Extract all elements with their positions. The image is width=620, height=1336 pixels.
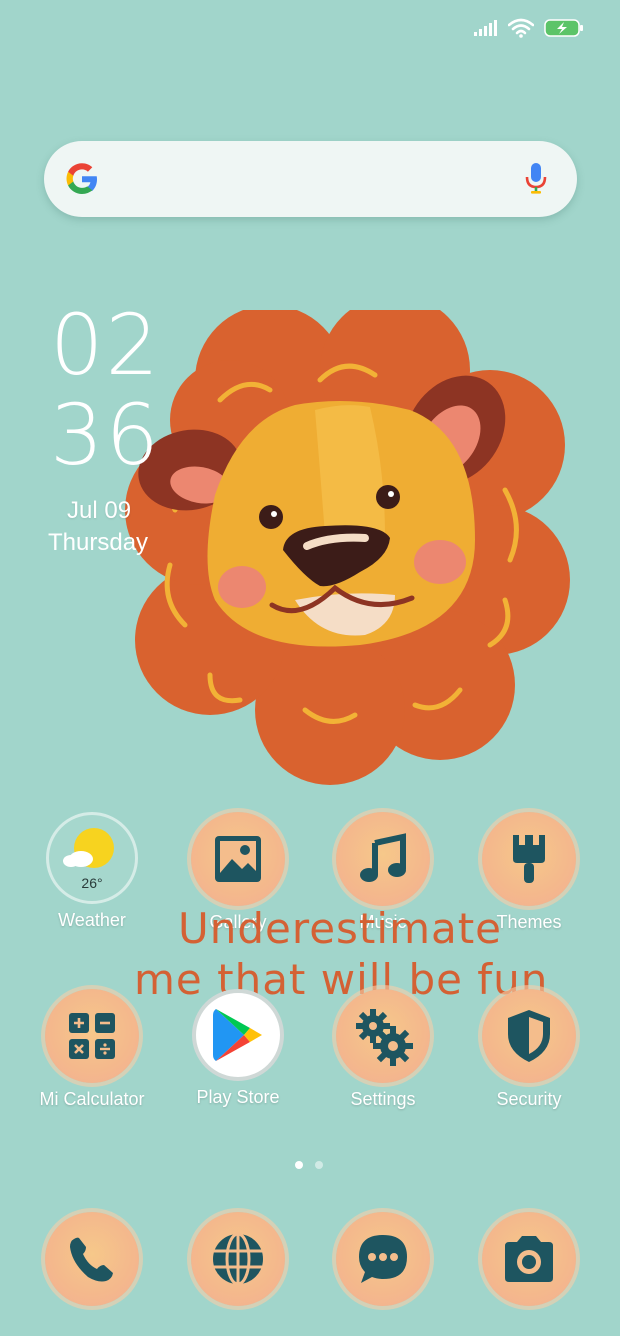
- shield-icon: [508, 1010, 550, 1062]
- music-icon: [360, 833, 406, 882]
- page-indicator[interactable]: [295, 1161, 323, 1169]
- clock-minutes: 36: [50, 386, 161, 484]
- app-label: Weather: [58, 910, 126, 930]
- app-label: Security: [496, 1089, 562, 1109]
- google-g-icon: [66, 163, 97, 194]
- app-label: Play Store: [196, 1087, 280, 1107]
- app-weather[interactable]: 26° Weather: [22, 812, 162, 931]
- weather-temp: 26°: [81, 875, 103, 891]
- dock-browser[interactable]: [168, 1212, 308, 1306]
- messages-icon: [359, 1235, 407, 1283]
- play-store-icon: [213, 1009, 262, 1061]
- dock-phone[interactable]: [22, 1212, 162, 1306]
- battery-charging-icon: [544, 19, 583, 37]
- overlay-text-line1: Underestimate: [178, 904, 503, 953]
- page-dot-active[interactable]: [295, 1161, 303, 1169]
- app-label: Settings: [350, 1089, 416, 1109]
- browser-icon: [213, 1232, 263, 1286]
- camera-icon: [505, 1236, 553, 1282]
- signal-icon: [474, 20, 497, 36]
- gears-icon: [356, 1009, 413, 1066]
- clock-hours: 02: [50, 296, 161, 394]
- app-security[interactable]: Security: [459, 989, 599, 1110]
- dock-camera[interactable]: [459, 1212, 599, 1306]
- dock-messages[interactable]: [313, 1212, 453, 1306]
- clock-day: Thursday: [48, 529, 149, 556]
- status-bar: [474, 14, 584, 42]
- calculator-icon: [69, 1013, 115, 1059]
- phone-icon: [70, 1237, 113, 1282]
- gallery-icon: [215, 836, 261, 882]
- clock-date: Jul 09: [67, 497, 132, 524]
- wifi-icon: [508, 18, 534, 38]
- app-mi-calculator[interactable]: Mi Calculator: [22, 989, 162, 1110]
- app-settings[interactable]: Settings: [313, 989, 453, 1110]
- weather-icon: 26°: [46, 812, 138, 904]
- app-label: Mi Calculator: [39, 1089, 145, 1109]
- page-dot[interactable]: [315, 1161, 323, 1169]
- mic-icon[interactable]: [525, 162, 547, 196]
- google-search-bar[interactable]: [44, 141, 577, 217]
- clock-widget[interactable]: 02 36 Jul 09 Thursday: [48, 296, 161, 556]
- brush-icon: [513, 835, 545, 883]
- app-play-store[interactable]: Play Store: [168, 989, 308, 1108]
- lion-wallpaper: [125, 310, 570, 785]
